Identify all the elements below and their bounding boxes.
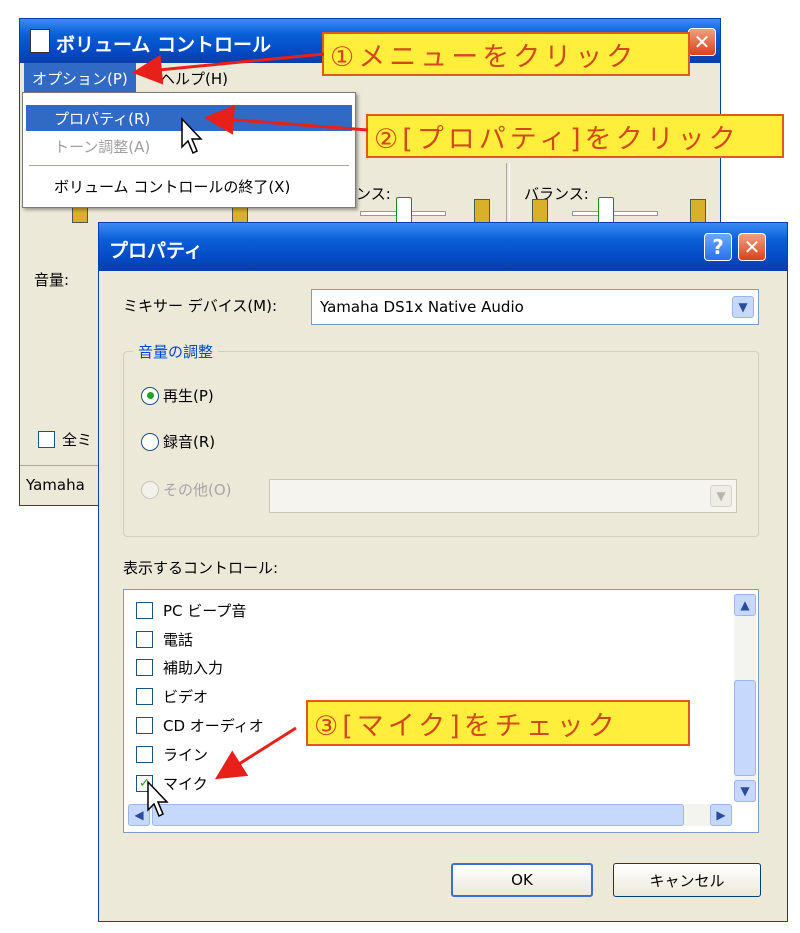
arrow-step2	[204, 104, 369, 135]
arrow-step3	[214, 726, 297, 780]
arrow-step1	[132, 52, 325, 85]
annotation-arrows	[132, 52, 369, 780]
